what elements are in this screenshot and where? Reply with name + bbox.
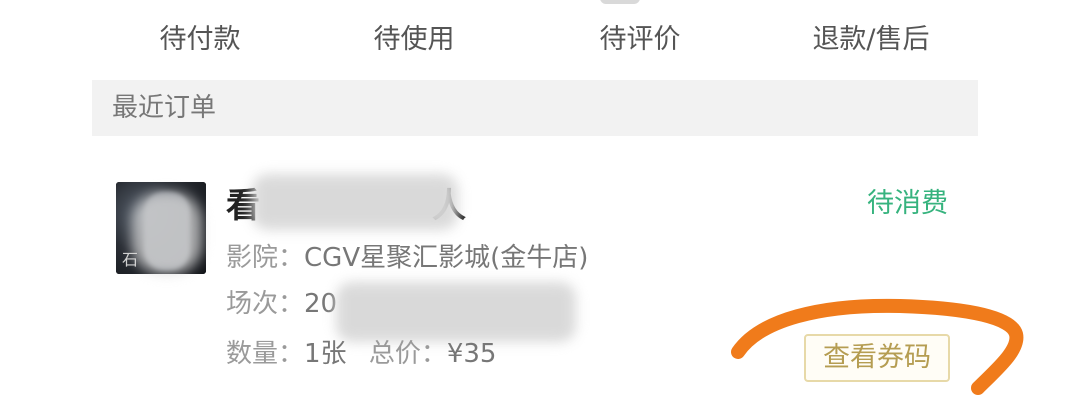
left-margin [0, 0, 92, 414]
tab-label: 待使用 [373, 24, 455, 55]
order-status: 待消费 [867, 188, 948, 219]
poster-blur [132, 192, 202, 274]
tab-icon-stub [600, 0, 640, 4]
tab-label: 退款/售后 [812, 24, 930, 55]
session-line: 场次：20 [226, 286, 337, 322]
tab-label: 待评价 [599, 24, 681, 55]
session-value: 20 [304, 289, 338, 319]
section-title: 最近订单 [112, 93, 217, 123]
tab-pending-review[interactable]: 待评价 [580, 20, 700, 60]
quantity-line: 数量：1张 总价：¥35 [226, 336, 496, 372]
privacy-blur [336, 282, 576, 342]
tab-label: 待付款 [159, 24, 241, 55]
tab-pending-payment[interactable]: 待付款 [140, 20, 260, 60]
privacy-blur [252, 174, 458, 230]
cinema-label: 影院： [226, 243, 305, 273]
order-card[interactable]: 石 看人 待消费 影院：CGV星聚汇影城(金牛店) 场次：20 数量：1张 总价… [92, 136, 978, 414]
recent-orders-header: 最近订单 [92, 80, 978, 136]
order-screen: 待付款 待使用 待评价 退款/售后 最近订单 石 看人 待消费 影院：CGV星聚… [0, 0, 1070, 414]
total-value: ¥35 [446, 339, 497, 369]
quantity-value: 1张 [304, 339, 347, 369]
quantity-label: 数量： [226, 339, 305, 369]
tab-pending-use[interactable]: 待使用 [354, 20, 474, 60]
right-margin [978, 0, 1070, 414]
cinema-value: CGV星聚汇影城(金牛店) [304, 243, 589, 273]
cinema-line: 影院：CGV星聚汇影城(金牛店) [226, 240, 588, 276]
view-ticket-code-button[interactable]: 查看券码 [804, 334, 950, 382]
session-label: 场次： [226, 289, 305, 319]
total-label: 总价： [368, 339, 447, 369]
tab-refund-after-sales[interactable]: 退款/售后 [796, 20, 946, 60]
order-status-tabs: 待付款 待使用 待评价 退款/售后 [92, 0, 978, 80]
